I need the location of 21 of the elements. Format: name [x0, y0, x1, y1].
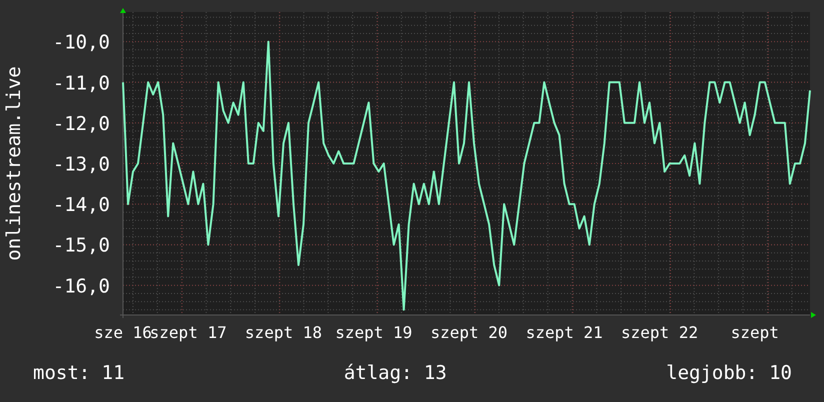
y-tick-label: -14,0 [52, 194, 110, 216]
y-tick-label: -16,0 [52, 275, 110, 298]
axis-arrow-icon [120, 8, 126, 13]
axis-arrow-icon [811, 312, 816, 318]
x-tick-label: szept [730, 323, 779, 342]
x-tick-label: szept 17 [150, 323, 227, 342]
x-tick-label: szept 19 [335, 323, 412, 342]
x-tick-label: szept 18 [244, 323, 322, 342]
summary-stat: legjobb: 10 [666, 362, 792, 384]
summary-stat: most: 11 [33, 362, 125, 384]
y-tick-label: -15,0 [52, 234, 110, 257]
y-tick-label: -12,0 [52, 112, 110, 135]
y-tick-label: -11,0 [52, 72, 110, 94]
x-tick-label: szept 21 [526, 323, 603, 342]
y-tick-label: -10,0 [52, 32, 110, 54]
x-tick-label: szept 22 [621, 323, 698, 342]
y-tick-label: -13,0 [52, 154, 110, 176]
x-tick-label: sze 16 [94, 323, 152, 342]
summary-stat: átlag: 13 [344, 362, 447, 384]
y-axis-title: onlinestream.live [3, 66, 25, 261]
x-tick-label: szept 20 [430, 323, 508, 342]
